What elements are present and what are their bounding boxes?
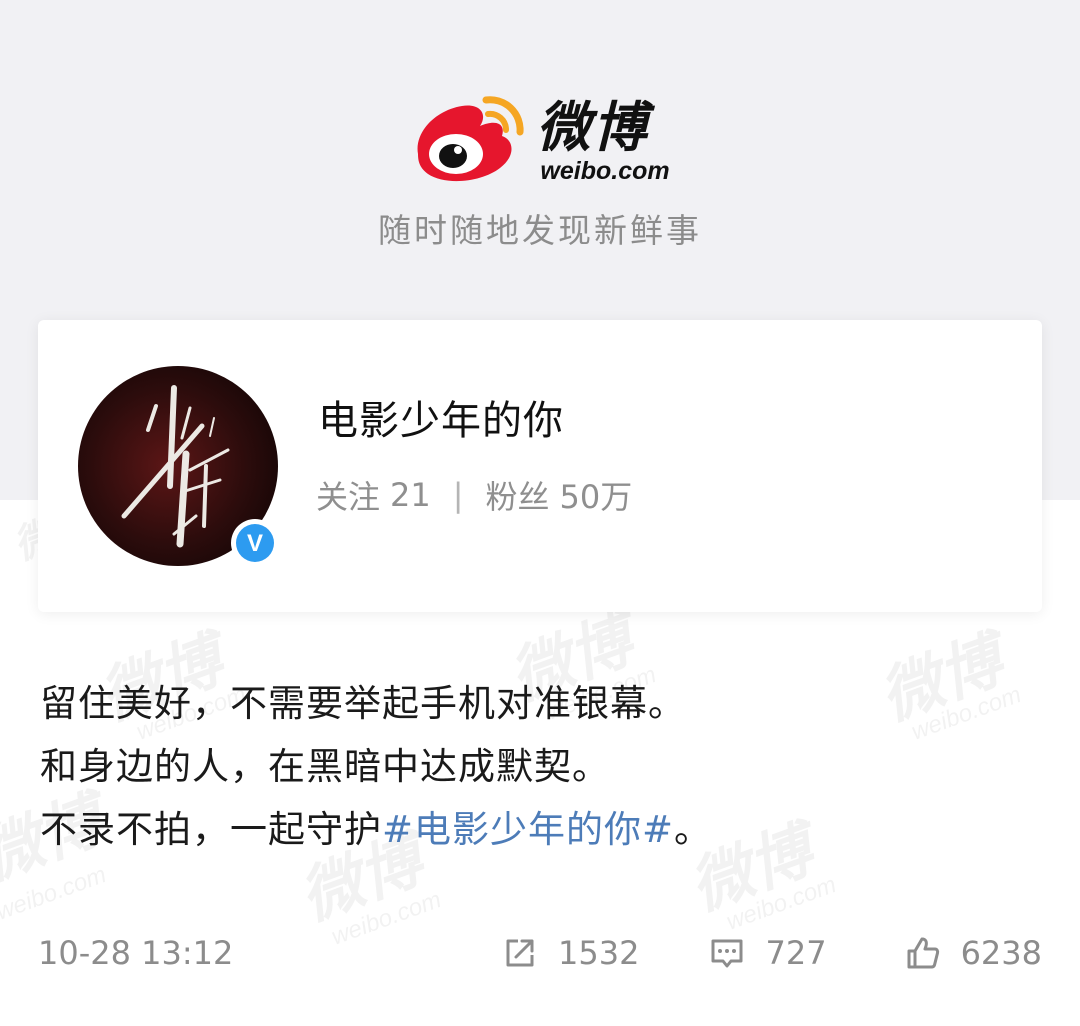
repost-button[interactable]: 1532 [502, 934, 639, 972]
repost-count: 1532 [558, 934, 640, 972]
weibo-logo-name: 微博 [536, 95, 649, 159]
followers-count: 50万 [559, 478, 633, 516]
svg-text:weibo.com: weibo.com [0, 861, 110, 926]
weibo-logo-domain: weibo.com [540, 157, 670, 185]
account-stats: 关注 21 | 粉丝 50万 [316, 472, 632, 518]
post-text: 留住美好，不需要举起手机对准银幕。 和身边的人，在黑暗中达成默契。 不录不拍，一… [40, 672, 1040, 861]
verified-badge-icon: V [231, 519, 279, 567]
post-timestamp: 10-28 13:12 [38, 934, 234, 972]
verified-badge-letter: V [247, 530, 263, 557]
post-hashtag-link[interactable]: #电影少年的你# [382, 808, 674, 851]
like-count: 6238 [960, 934, 1042, 972]
account-name[interactable]: 电影少年的你 [318, 388, 564, 446]
post-line-3: 不录不拍，一起守护#电影少年的你#。 [40, 798, 1040, 861]
weibo-slogan: 随时随地发现新鲜事 [378, 211, 702, 250]
post-line-2: 和身边的人，在黑暗中达成默契。 [40, 745, 610, 788]
comment-count: 727 [765, 934, 827, 972]
comment-icon [711, 939, 743, 968]
like-button[interactable]: 6238 [905, 934, 1042, 972]
post-footer: 10-28 13:12 1532 727 6238 [38, 928, 1042, 978]
repost-icon [506, 939, 534, 967]
weibo-logo-icon [417, 96, 524, 182]
svg-text:weibo.com: weibo.com [723, 871, 840, 936]
post-line-3-prefix: 不录不拍，一起守护 [40, 808, 382, 851]
following-label: 关注 [316, 478, 381, 516]
post-line-1: 留住美好，不需要举起手机对准银幕。 [40, 682, 686, 725]
account-avatar[interactable]: V [78, 366, 279, 567]
account-card[interactable]: V 电影少年的你 关注 21 | 粉丝 50万 [38, 320, 1042, 612]
stats-separator: | [452, 476, 464, 514]
weibo-brand: 微博 weibo.com [0, 92, 1080, 188]
comment-button[interactable]: 727 [709, 934, 827, 972]
like-icon [907, 937, 939, 969]
followers-label: 粉丝 [485, 478, 550, 516]
post-line-3-suffix: 。 [674, 808, 713, 851]
following-count: 21 [390, 476, 431, 514]
